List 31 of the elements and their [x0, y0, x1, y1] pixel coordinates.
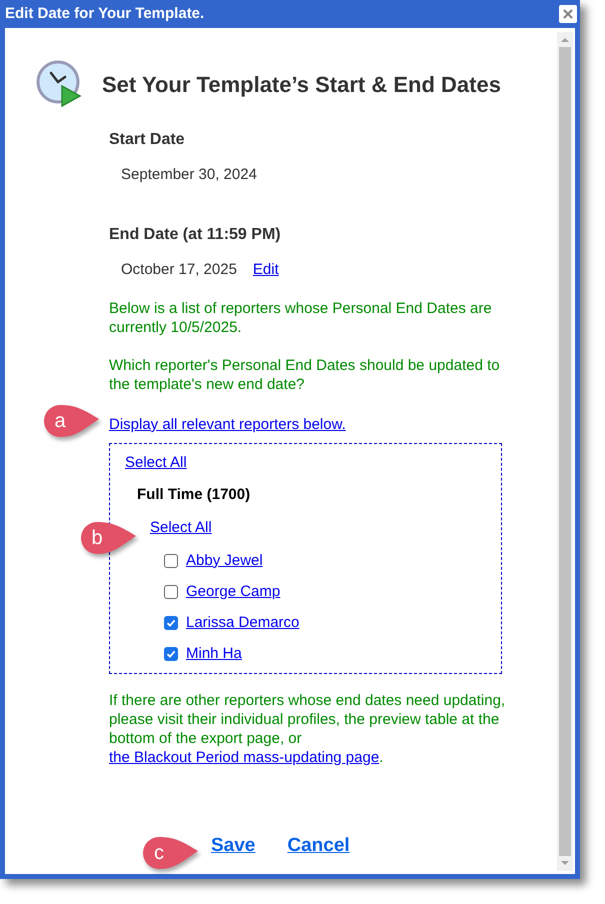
scrollbar[interactable]: [557, 32, 573, 871]
footer-note: If there are other reporters whose end dates need updating, please visit their individual profiles, the preview table at the bottom of the export page, or the Blackout Period mass-updating page.: [109, 690, 506, 766]
field-label: End Date (at 11:59 PM): [109, 224, 282, 244]
cancel-link[interactable]: Cancel: [287, 832, 350, 860]
reporter-link[interactable]: Minh Ha: [186, 642, 242, 666]
close-button[interactable]: [559, 5, 577, 23]
info-text: Below is a list of reporters whose Personal End Dates are currently 10/5/2025.: [109, 299, 493, 337]
select-all-link[interactable]: Select All: [125, 452, 187, 474]
dialog-heading: Set Your Template’s Start & End Dates: [102, 70, 501, 99]
scroll-down-icon[interactable]: [560, 859, 570, 867]
checkbox[interactable]: [164, 585, 178, 599]
clock-icon: [36, 60, 84, 108]
close-icon: [562, 8, 574, 20]
blackout-page-link[interactable]: the Blackout Period mass-updating page: [109, 748, 380, 766]
reporter-link[interactable]: Abby Jewel: [186, 550, 263, 572]
checkbox[interactable]: [164, 647, 178, 661]
date-value: October 17, 2025: [121, 260, 237, 280]
window-title: Edit Date for Your Template.: [5, 4, 204, 24]
date-value: September 30, 2024: [121, 165, 258, 185]
save-link[interactable]: Save: [211, 832, 256, 860]
checkbox[interactable]: [164, 616, 178, 630]
reporter-link[interactable]: Larissa Demarco: [186, 612, 300, 634]
display-reporters-link[interactable]: Display all relevant reporters below.: [109, 414, 507, 436]
reporter-link[interactable]: George Camp: [186, 580, 280, 604]
field-label: Start Date: [109, 130, 186, 150]
edit-link[interactable]: Edit: [252, 258, 279, 281]
group-label: Full Time (1700): [137, 485, 252, 505]
checkbox[interactable]: [164, 554, 178, 568]
scroll-up-icon[interactable]: [560, 36, 570, 44]
info-text: Which reporter's Personal End Dates should be updated to the template's new end date?: [109, 356, 501, 394]
select-all-link[interactable]: Select All: [150, 516, 212, 539]
